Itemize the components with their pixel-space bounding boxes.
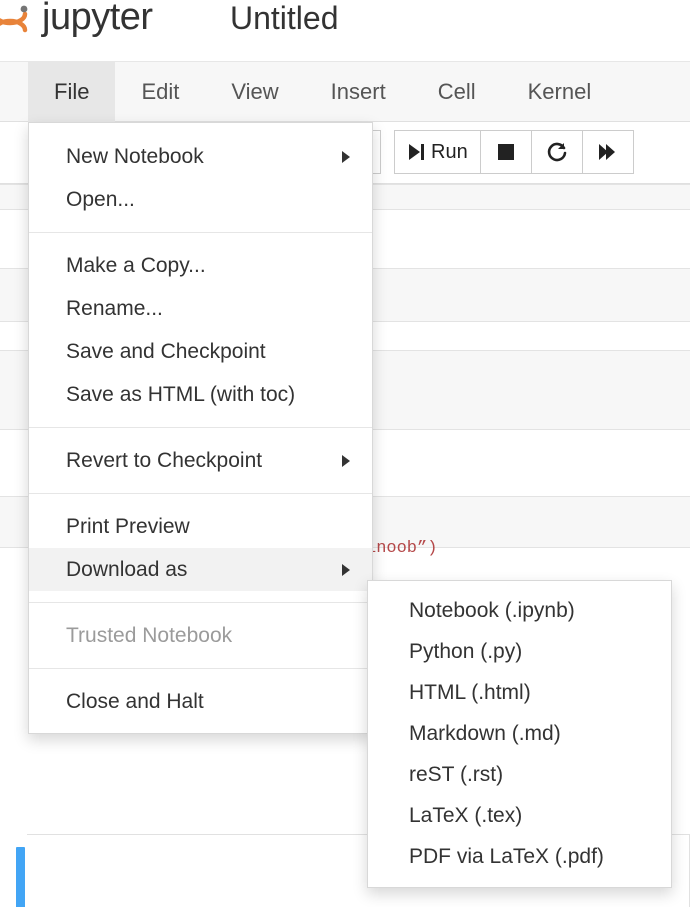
run-cell-button[interactable]: Run bbox=[394, 130, 481, 174]
file-menu-item-label: Revert to Checkpoint bbox=[66, 448, 263, 472]
download-as-submenu: Notebook (.ipynb) Python (.py) HTML (.html… bbox=[367, 580, 672, 888]
menu-bar: File Edit View Insert Cell Kernel bbox=[0, 62, 690, 122]
file-menu-item-rename[interactable]: Rename... bbox=[29, 287, 372, 330]
restart-run-all-button[interactable] bbox=[581, 130, 634, 174]
notebook-title[interactable]: Untitled bbox=[230, 0, 339, 37]
code-fragment: inoob”) bbox=[366, 539, 438, 558]
menu-separator bbox=[29, 493, 372, 494]
download-as-item-html-html[interactable]: HTML (.html) bbox=[368, 672, 671, 713]
file-menu-dropdown: New Notebook Open... Make a Copy... Rename.… bbox=[28, 122, 373, 734]
menu-tab-insert[interactable]: Insert bbox=[305, 62, 412, 122]
download-as-item-notebook-ipynb[interactable]: Notebook (.ipynb) bbox=[368, 590, 671, 631]
menu-tab-kernel[interactable]: Kernel bbox=[502, 62, 618, 122]
file-menu-item-label: Download as bbox=[66, 557, 188, 581]
brand-name[interactable]: jupyter bbox=[42, 0, 153, 39]
jupyter-notebook-window: jupyter Untitled File Edit View Insert Cell K… bbox=[0, 0, 690, 907]
download-as-item-label: HTML (.html) bbox=[409, 680, 531, 704]
file-menu-item-label: Open... bbox=[66, 187, 135, 211]
download-as-item-rest-rst[interactable]: reST (.rst) bbox=[368, 754, 671, 795]
chevron-right-icon bbox=[342, 454, 350, 467]
file-menu-item-revert-to-checkpoint[interactable]: Revert to Checkpoint bbox=[29, 439, 372, 482]
file-menu-item-print-preview[interactable]: Print Preview bbox=[29, 505, 372, 548]
file-menu-item-label: Trusted Notebook bbox=[66, 623, 233, 647]
file-menu-item-new-notebook[interactable]: New Notebook bbox=[29, 135, 372, 178]
download-as-item-label: Markdown (.md) bbox=[409, 721, 561, 745]
chevron-right-icon bbox=[342, 563, 350, 576]
file-menu-item-make-a-copy[interactable]: Make a Copy... bbox=[29, 244, 372, 287]
file-menu-item-label: Save as HTML (with toc) bbox=[66, 382, 296, 406]
menu-tab-edit[interactable]: Edit bbox=[115, 62, 205, 122]
page-header: jupyter Untitled bbox=[0, 0, 690, 62]
menu-tab-file[interactable]: File bbox=[28, 62, 116, 122]
menu-separator bbox=[29, 668, 372, 669]
interrupt-kernel-button[interactable] bbox=[479, 130, 532, 174]
restart-kernel-button[interactable] bbox=[530, 130, 583, 174]
file-menu-item-label: New Notebook bbox=[66, 144, 204, 168]
menu-separator bbox=[29, 602, 372, 603]
file-menu-item-download-as[interactable]: Download as bbox=[29, 548, 372, 591]
menu-tab-label: Edit bbox=[141, 79, 180, 104]
download-as-item-label: Python (.py) bbox=[409, 639, 523, 663]
toolbar-separator bbox=[381, 130, 395, 174]
download-as-item-label: Notebook (.ipynb) bbox=[409, 598, 575, 622]
download-as-item-pdf-via-latex-pdf[interactable]: PDF via LaTeX (.pdf) bbox=[368, 836, 671, 877]
chevron-right-icon bbox=[342, 150, 350, 163]
file-menu-item-label: Close and Halt bbox=[66, 689, 204, 713]
menu-separator bbox=[29, 427, 372, 428]
download-as-item-markdown-md[interactable]: Markdown (.md) bbox=[368, 713, 671, 754]
file-menu-item-label: Rename... bbox=[66, 296, 163, 320]
file-menu-item-label: Save and Checkpoint bbox=[66, 339, 266, 363]
file-menu-item-save-and-checkpoint[interactable]: Save and Checkpoint bbox=[29, 330, 372, 373]
file-menu-item-label: Print Preview bbox=[66, 514, 190, 538]
file-menu-item-label: Make a Copy... bbox=[66, 253, 206, 277]
download-as-item-python-py[interactable]: Python (.py) bbox=[368, 631, 671, 672]
menu-tab-label: Cell bbox=[437, 79, 476, 104]
file-menu-item-trusted-notebook: Trusted Notebook bbox=[29, 614, 372, 657]
download-as-item-label: PDF via LaTeX (.pdf) bbox=[409, 844, 604, 868]
menu-separator bbox=[29, 232, 372, 233]
run-button-label: Run bbox=[431, 140, 468, 163]
menu-tab-label: Insert bbox=[330, 79, 386, 104]
jupyter-logo[interactable] bbox=[0, 2, 30, 42]
file-menu-item-save-as-html-with-toc[interactable]: Save as HTML (with toc) bbox=[29, 373, 372, 416]
menu-tab-label: Kernel bbox=[527, 79, 592, 104]
download-as-item-label: LaTeX (.tex) bbox=[409, 803, 523, 827]
selected-cell-indicator bbox=[16, 847, 25, 907]
toolbar-button-group: Run bbox=[329, 130, 634, 174]
menu-tab-cell[interactable]: Cell bbox=[412, 62, 502, 122]
file-menu-item-open[interactable]: Open... bbox=[29, 178, 372, 221]
download-as-item-label: reST (.rst) bbox=[409, 762, 504, 786]
menu-tab-label: File bbox=[54, 79, 90, 104]
download-as-item-latex-tex[interactable]: LaTeX (.tex) bbox=[368, 795, 671, 836]
menu-tab-view[interactable]: View bbox=[205, 62, 304, 122]
menu-tab-label: View bbox=[231, 79, 279, 104]
file-menu-item-close-and-halt[interactable]: Close and Halt bbox=[29, 680, 372, 723]
